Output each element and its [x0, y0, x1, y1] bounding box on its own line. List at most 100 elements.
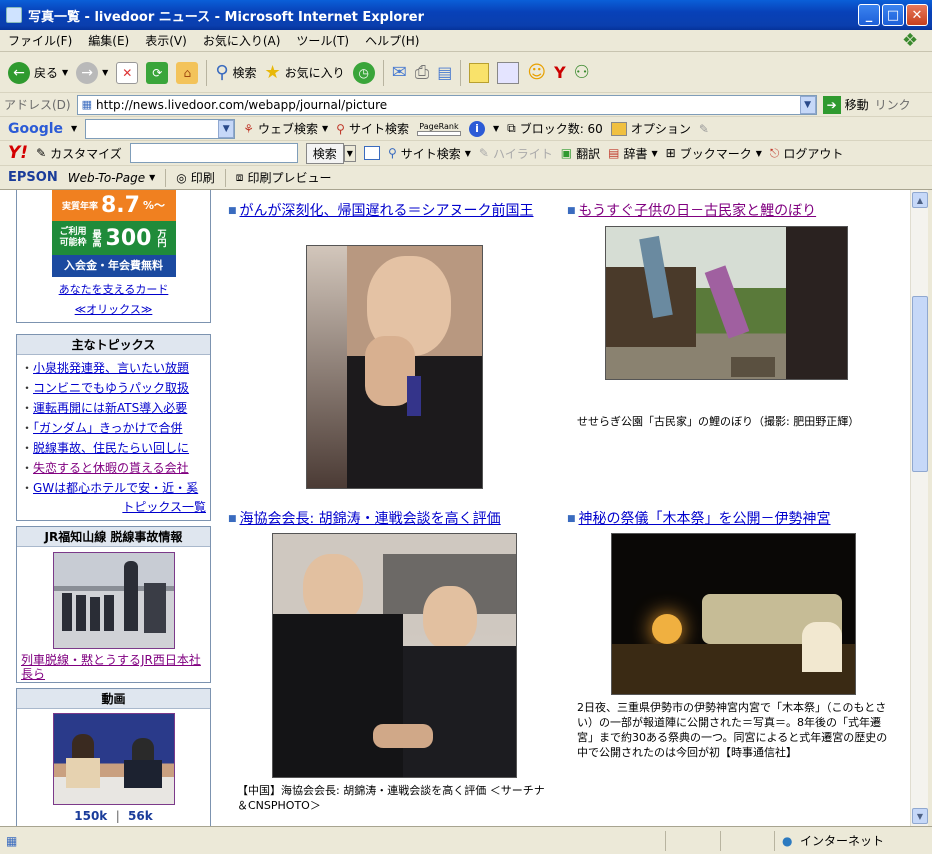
home-icon[interactable]: ⌂ — [176, 61, 199, 84]
vertical-scrollbar[interactable]: ▲ ▼ — [910, 190, 928, 826]
google-search-input[interactable]: ▼ — [85, 118, 236, 139]
logout-button[interactable]: ⎋ ログアウト — [770, 145, 844, 162]
article-photo-2[interactable] — [605, 226, 848, 380]
video-heading: 動画 — [17, 689, 210, 709]
standard-toolbar: ← 戻る ▼ → ▼ ✕ ⟳ ⌂ ⚲ 検索 ★ お気に入り ◷ ✉ ⎙ ▤ ☺ Y … — [0, 53, 932, 93]
topic-item[interactable]: 脱線事故、住民たらい回しに — [17, 438, 210, 458]
status-bar: ▦ ● インターネット — [0, 826, 932, 854]
google-logo[interactable]: Google — [8, 121, 63, 137]
smiley-icon[interactable]: ☺ — [527, 62, 546, 83]
topic-item[interactable]: 小泉挑発連発、言いたい放題 — [17, 358, 210, 378]
ad-link-card[interactable]: あなたを支えるカード — [59, 283, 169, 296]
pencil-icon[interactable]: ✎ — [699, 122, 709, 136]
bookmark-icon: ⊞ — [665, 146, 676, 160]
go-arrow-icon: ➔ — [822, 95, 841, 114]
menu-tools[interactable]: ツール(T) — [296, 32, 349, 49]
menu-favorites[interactable]: お気に入り(A) — [203, 32, 281, 49]
video-thumbnail[interactable] — [53, 713, 175, 805]
menu-file[interactable]: ファイル(F) — [8, 32, 72, 49]
yahoo-site-search-button[interactable]: ⚲ サイト検索 ▼ — [388, 145, 471, 162]
article-title-4[interactable]: 神秘の祭儀「木本祭」を公開－伊勢神宮 — [567, 510, 897, 528]
article-photo-4[interactable] — [611, 533, 856, 695]
article-photo-1[interactable] — [306, 245, 483, 489]
note-icon[interactable] — [469, 62, 490, 83]
mail-icon[interactable]: ✉ — [392, 62, 407, 83]
menu-edit[interactable]: 編集(E) — [88, 32, 129, 49]
video-56k-link[interactable]: 56k — [128, 809, 153, 823]
scroll-thumb[interactable] — [912, 296, 928, 472]
pencil-icon: ✎ — [36, 146, 47, 160]
ad-banner[interactable]: 実質年率 8.7 %〜 ご利用 可能枠 最高 300 万円 入会金・年会費無料 — [51, 190, 176, 279]
menu-help[interactable]: ヘルプ(H) — [365, 32, 419, 49]
favorites-button[interactable]: ★ お気に入り — [265, 62, 345, 83]
ad-link-orix[interactable]: ≪オリックス≫ — [75, 303, 153, 316]
page-status-icon: ▦ — [6, 833, 18, 848]
maximize-button[interactable]: □ — [882, 4, 904, 26]
topic-item[interactable]: コンビニでもゆうパック取扱 — [17, 378, 210, 398]
popup-blocker-icon: ⧉ — [507, 121, 516, 135]
yahoo-toolbar: Y! ✎ カスタマイズ 検索 ▼ ⚲ サイト検索 ▼ ✎ ハイライト ▣ 翻訳 ▤ 辞書 ▼ … — [0, 141, 932, 166]
logout-icon: ⎋ — [769, 145, 780, 160]
address-input[interactable]: ▦ http://news.livedoor.com/webapp/journa… — [76, 94, 817, 115]
article-title-1[interactable]: がんが深刻化、帰国遅れる＝シアヌーク前国王 — [228, 202, 548, 220]
yahoo-search-dropdown[interactable]: ▼ — [343, 144, 356, 162]
article-title-3[interactable]: 海協会会長: 胡錦涛・連戦会談を高く評価 — [228, 510, 548, 528]
go-button[interactable]: ➔ 移動 — [822, 95, 869, 114]
minimize-button[interactable]: _ — [858, 4, 880, 26]
topics-heading: 主なトピックス — [17, 335, 210, 355]
print-icon: ◎ — [176, 170, 187, 185]
options-button[interactable]: オプション — [610, 120, 691, 137]
window-icon[interactable] — [363, 146, 380, 160]
address-dropdown[interactable]: ▼ — [799, 95, 816, 114]
bookmark-button[interactable]: ⊞ ブックマーク ▼ — [666, 145, 762, 162]
close-button[interactable]: ✕ — [906, 4, 928, 26]
stop-icon[interactable]: ✕ — [116, 61, 139, 84]
dictionary-icon: ▤ — [608, 146, 620, 160]
refresh-icon[interactable]: ⟳ — [146, 61, 169, 84]
video-150k-link[interactable]: 150k — [74, 809, 107, 823]
print-button[interactable]: ◎ 印刷 — [176, 169, 215, 186]
article-title-2[interactable]: もうすぐ子供の日－古民家と鯉のぼり — [567, 202, 897, 220]
scroll-up-button[interactable]: ▲ — [912, 192, 928, 208]
topic-item[interactable]: 失恋すると休暇の貰える会社 — [17, 458, 210, 478]
yahoo-smiley-icon[interactable]: Y — [554, 63, 566, 82]
forward-button[interactable]: → ▼ — [76, 61, 108, 84]
topic-item[interactable]: 「ガンダム」きっかけで合併 — [17, 418, 210, 438]
google-dropdown[interactable]: ▼ — [218, 119, 235, 138]
orix-ad[interactable]: 実質年率 8.7 %〜 ご利用 可能枠 最高 300 万円 入会金・年会費無料 あ… — [16, 190, 211, 323]
topics-more-link[interactable]: トピックス一覧 — [122, 500, 206, 514]
video-box: 動画 150k | 56k — [16, 688, 211, 826]
print-preview-button[interactable]: ⧈ 印刷プレビュー — [236, 169, 332, 186]
dictionary-button[interactable]: ▤ 辞書 ▼ — [608, 145, 658, 162]
yahoo-search-input[interactable] — [129, 143, 298, 163]
search-button[interactable]: ⚲ 検索 — [215, 62, 256, 83]
epson-logo: EPSON — [8, 170, 58, 185]
scroll-down-button[interactable]: ▼ — [912, 808, 928, 824]
history-icon[interactable]: ◷ — [352, 61, 375, 84]
topic-item[interactable]: GWは都心ホテルで安・近・奚 — [17, 478, 210, 498]
web-to-page-menu[interactable]: Web-To-Page ▼ — [68, 171, 156, 185]
translate-button[interactable]: ▣ 翻訳 — [561, 145, 600, 162]
article-photo-3[interactable] — [272, 533, 517, 778]
popup-blocker[interactable]: ⧉ ブロック数: 60 — [507, 120, 603, 137]
messenger-face-icon[interactable] — [497, 61, 520, 84]
links-button[interactable]: リンク — [875, 96, 911, 113]
yahoo-search-button[interactable]: 検索 — [305, 142, 344, 164]
print-icon[interactable]: ⎙ — [415, 62, 429, 83]
jr-photo[interactable] — [53, 552, 175, 649]
menu-view[interactable]: 表示(V) — [145, 32, 187, 49]
web-search-button[interactable]: ⚘ ウェブ検索 ▼ — [243, 120, 328, 137]
highlight-button[interactable]: ✎ ハイライト — [479, 145, 553, 162]
site-search-button[interactable]: ⚲ サイト検索 — [336, 120, 409, 137]
info-icon[interactable]: i — [468, 120, 485, 137]
customize-button[interactable]: ✎ カスタマイズ — [36, 145, 122, 162]
pagerank-indicator: PageRank — [416, 122, 461, 136]
jr-accident-box: JR福知山線 脱線事故情報 列車脱線・黙とうするJR西日本社長ら — [16, 526, 211, 683]
users-icon[interactable]: ⚇ — [574, 62, 590, 83]
topic-item[interactable]: 運転再開には新ATS導入必要 — [17, 398, 210, 418]
yahoo-logo[interactable]: Y! — [8, 143, 28, 163]
jr-link[interactable]: 列車脱線・黙とうするJR西日本社長ら — [21, 653, 201, 681]
edit-icon[interactable]: ▤ — [437, 63, 452, 82]
back-button[interactable]: ← 戻る ▼ — [8, 61, 68, 84]
address-bar: アドレス(D) ▦ http://news.livedoor.com/webap… — [0, 93, 932, 117]
